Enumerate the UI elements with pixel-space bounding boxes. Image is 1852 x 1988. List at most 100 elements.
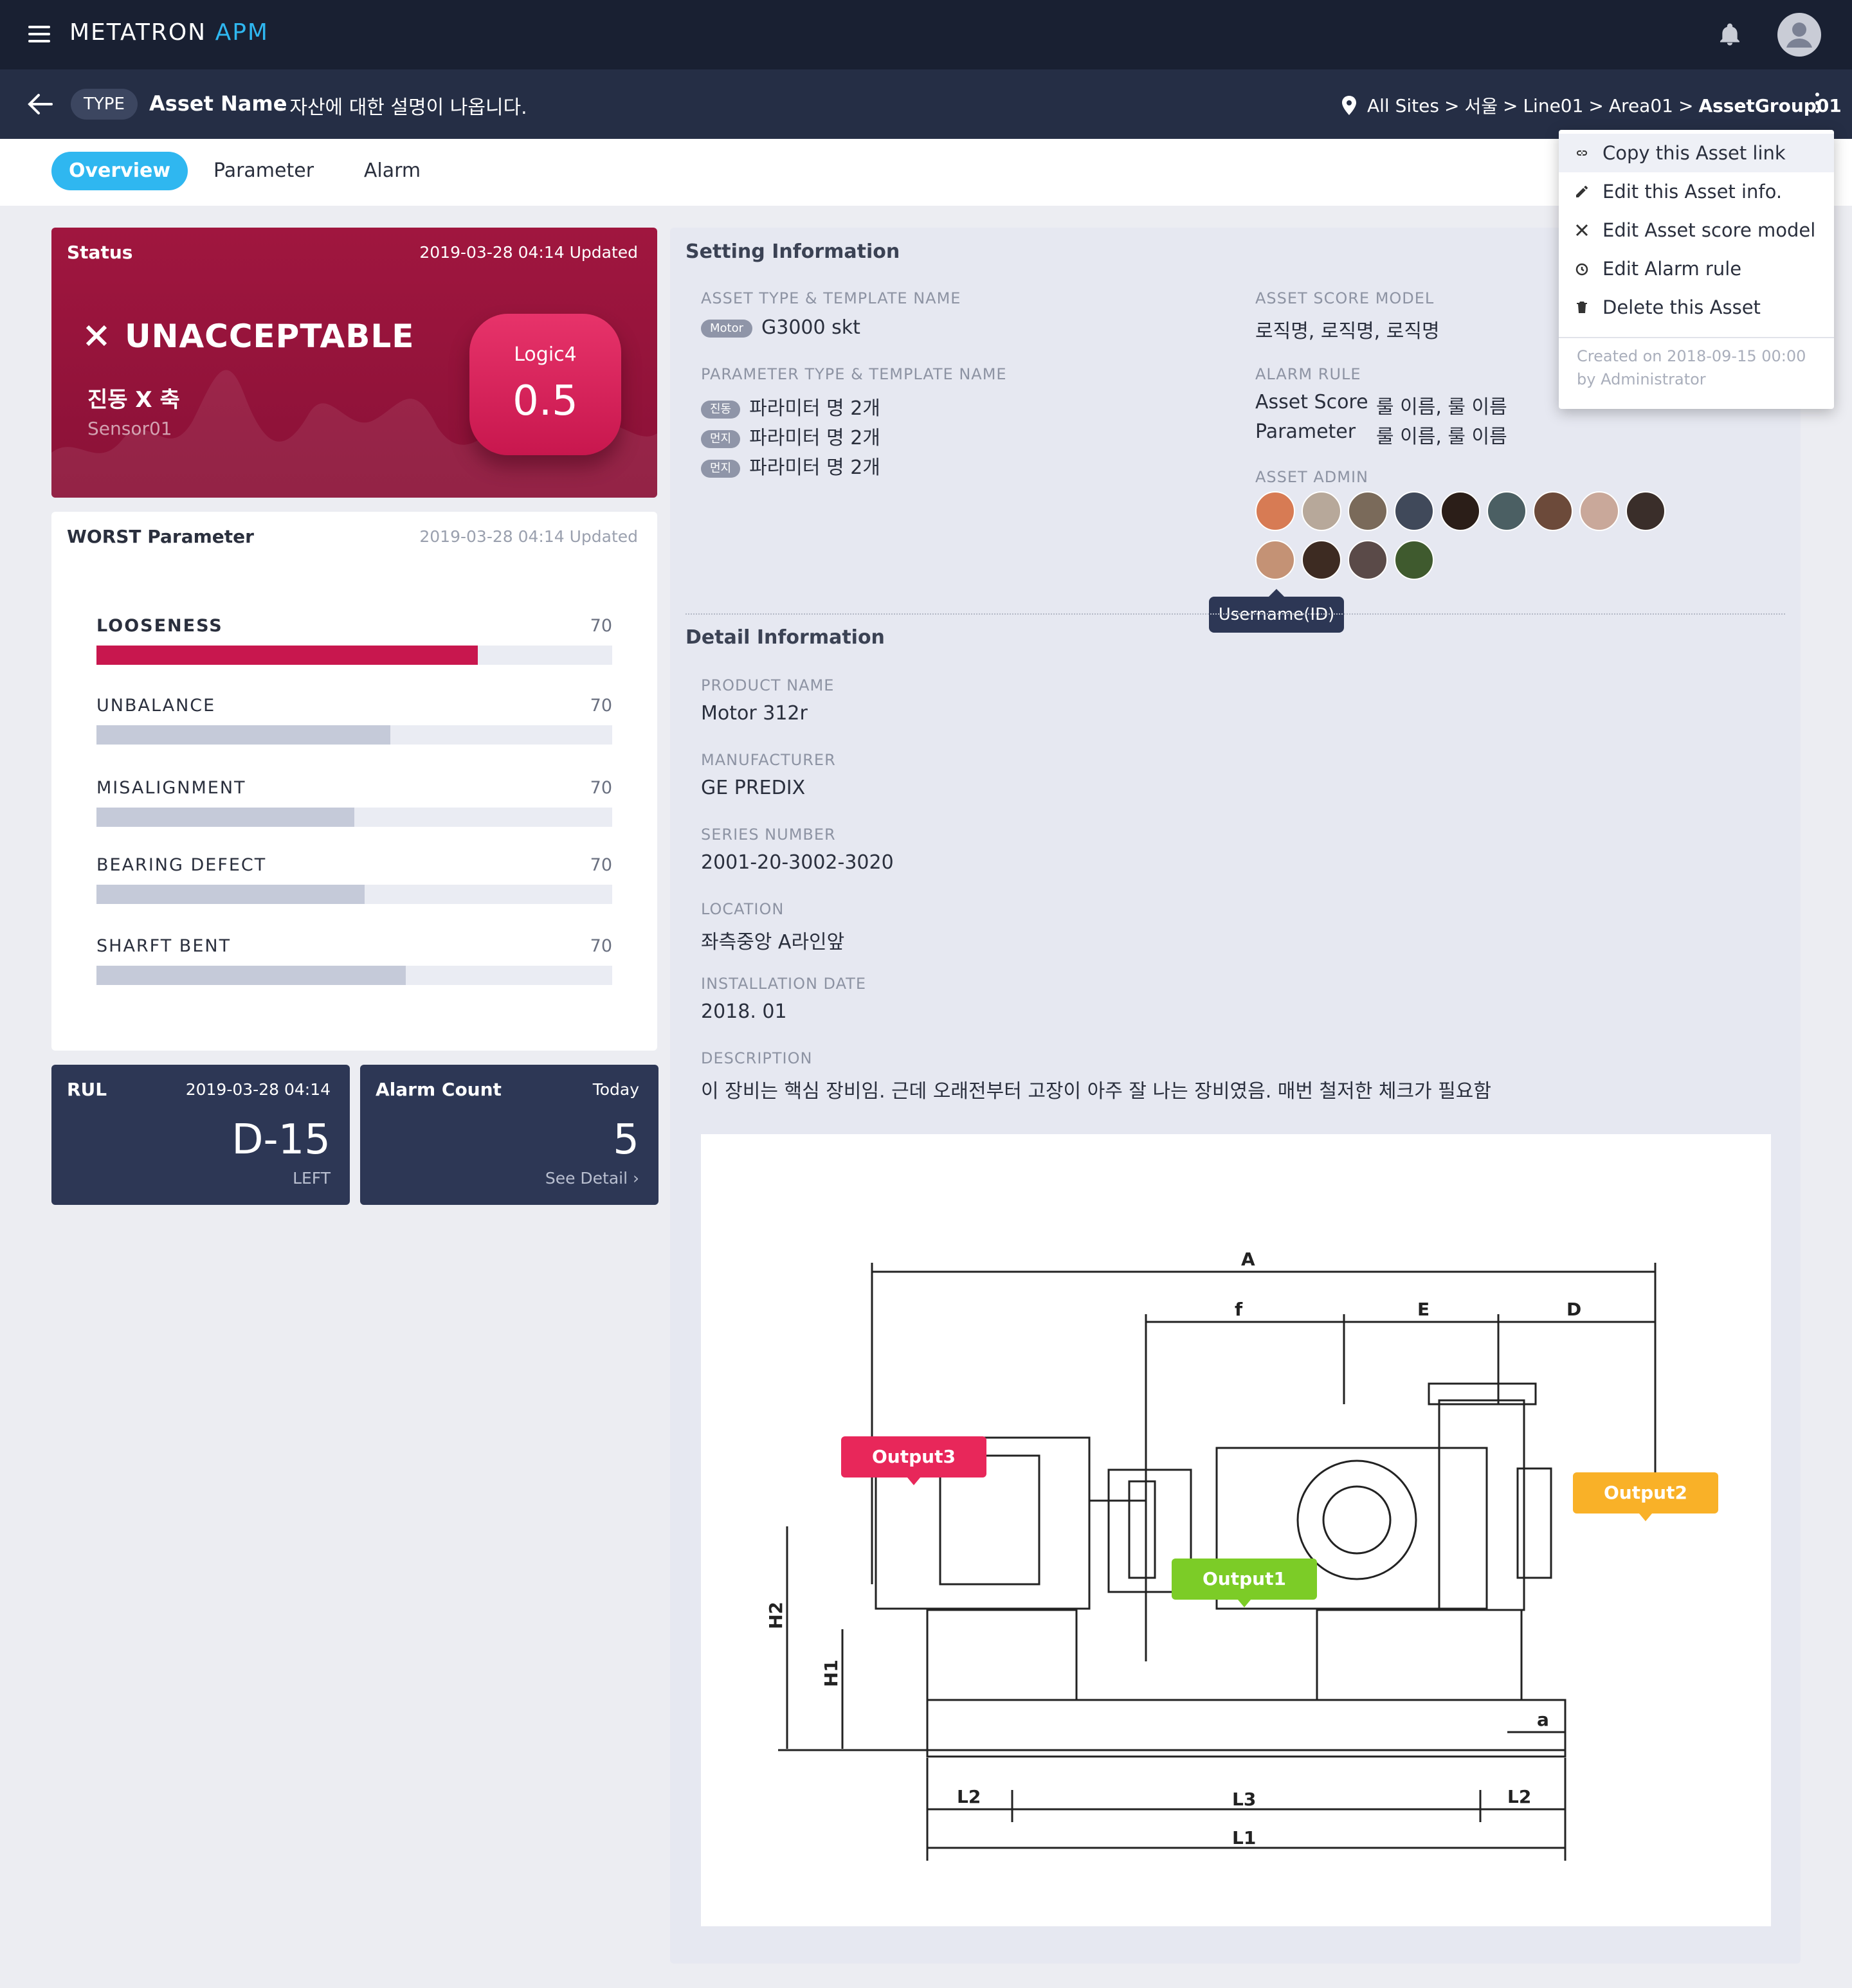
- asset-type-tag: Motor: [701, 319, 753, 338]
- breadcrumb-area[interactable]: Area01: [1609, 95, 1673, 116]
- link-icon: [1577, 150, 1587, 156]
- status-sensor: Sensor01: [87, 418, 172, 439]
- menu-delete-asset[interactable]: Delete this Asset: [1559, 288, 1834, 327]
- menu-created-info: Created on 2018-09-15 00:00 by Administr…: [1577, 347, 1806, 388]
- menu-label: Copy this Asset link: [1602, 142, 1786, 164]
- rul-value: D-15: [232, 1116, 331, 1164]
- status-state: UNACCEPTABLE: [125, 318, 415, 355]
- admin-tooltip: Username(ID): [1209, 589, 1344, 633]
- asset-type-value: G3000 skt: [761, 316, 860, 339]
- parameter-row[interactable]: LOOSENESS 70: [96, 616, 612, 665]
- section-divider: [685, 613, 1785, 615]
- admin-avatar[interactable]: [1394, 491, 1434, 531]
- worst-updated: 2019-03-28 04:14 Updated: [419, 527, 638, 546]
- admin-avatar[interactable]: [1348, 540, 1388, 580]
- tab-parameter[interactable]: Parameter: [206, 152, 322, 190]
- close-x-icon: [86, 325, 107, 347]
- dim-label: H1: [821, 1659, 842, 1687]
- dim-label: L2: [1507, 1786, 1531, 1807]
- dim-label: f: [1235, 1299, 1243, 1320]
- user-icon: [1786, 23, 1812, 48]
- menu-edit-alarm-rule[interactable]: Edit Alarm rule: [1559, 249, 1834, 288]
- worst-title: WORST Parameter: [67, 526, 254, 547]
- bell-icon[interactable]: [1717, 21, 1743, 49]
- menu-edit-info[interactable]: Edit this Asset info.: [1559, 172, 1834, 211]
- dim-label: L1: [1232, 1827, 1256, 1848]
- back-arrow-icon[interactable]: [26, 93, 54, 116]
- menu-label: Edit this Asset info.: [1602, 181, 1783, 203]
- user-avatar[interactable]: [1777, 13, 1821, 57]
- admin-avatar[interactable]: [1302, 491, 1341, 531]
- rul-title: RUL: [67, 1079, 107, 1100]
- breadcrumb-separator: >: [1502, 95, 1518, 116]
- admin-avatar[interactable]: [1348, 491, 1388, 531]
- admin-avatar[interactable]: [1487, 491, 1527, 531]
- parameter-bar-fill: [96, 808, 354, 827]
- description-value: 이 장비는 핵심 장비임. 근데 오래전부터 고장이 아주 잘 나는 장비였음.…: [701, 1080, 1491, 1103]
- parameter-value: 70: [590, 616, 612, 636]
- dim-label: L2: [957, 1786, 981, 1807]
- menu-copy-link[interactable]: Copy this Asset link: [1559, 134, 1834, 172]
- parameter-bar: [96, 646, 612, 665]
- dim-label: E: [1417, 1299, 1430, 1320]
- asset-type-label: ASSET TYPE & TEMPLATE NAME: [701, 289, 961, 307]
- param-type-row: 진동 파라미터 명 2개: [701, 392, 880, 420]
- equipment-diagram: A f E D H2 H1 a L2 L3 L2 L1 Output3 Outp…: [701, 1134, 1771, 1926]
- app-logo[interactable]: METATRON APM: [69, 19, 269, 46]
- admin-avatar[interactable]: [1533, 491, 1573, 531]
- installation-date-value: 2018. 01: [701, 1000, 787, 1023]
- asset-admin-list: [1255, 491, 1705, 589]
- alarm-count-period: Today: [592, 1080, 639, 1099]
- dim-label: L3: [1232, 1789, 1256, 1810]
- output3-marker[interactable]: Output3: [841, 1436, 986, 1485]
- output2-marker[interactable]: Output2: [1573, 1472, 1718, 1521]
- asset-admin-label: ASSET ADMIN: [1255, 468, 1368, 486]
- alarm-count-card: Alarm Count Today 5 See Detail ›: [360, 1065, 658, 1205]
- asset-options-menu: Copy this Asset link Edit this Asset inf…: [1559, 130, 1834, 409]
- breadcrumb-line[interactable]: Line01: [1523, 95, 1583, 116]
- output1-marker[interactable]: Output1: [1172, 1559, 1317, 1607]
- breadcrumb-all-sites[interactable]: All Sites: [1367, 95, 1439, 116]
- parameter-row[interactable]: UNBALANCE 70: [96, 696, 612, 745]
- status-card: Status 2019-03-28 04:14 Updated UNACCEPT…: [51, 228, 657, 498]
- param-type-row: 먼지 파라미터 명 2개: [701, 451, 880, 480]
- breadcrumb-separator: >: [1444, 95, 1460, 116]
- manufacturer-label: MANUFACTURER: [701, 751, 836, 769]
- menu-edit-score-model[interactable]: Edit Asset score model: [1559, 211, 1834, 249]
- parameter-value: 70: [590, 936, 612, 956]
- admin-avatar[interactable]: [1302, 540, 1341, 580]
- menu-icon[interactable]: [28, 26, 50, 42]
- parameter-row[interactable]: BEARING DEFECT 70: [96, 855, 612, 904]
- breadcrumb-separator: >: [1678, 95, 1694, 116]
- trash-icon: [1577, 302, 1587, 313]
- menu-label: Delete this Asset: [1602, 296, 1761, 318]
- tab-overview[interactable]: Overview: [51, 152, 188, 190]
- dim-label: H2: [765, 1602, 786, 1629]
- breadcrumb-seoul[interactable]: 서울: [1464, 93, 1498, 118]
- brand-main: METATRON: [69, 19, 207, 46]
- admin-avatar[interactable]: [1255, 540, 1295, 580]
- admin-avatar[interactable]: [1440, 491, 1480, 531]
- alarm-rule-value: 룰 이름, 룰 이름: [1376, 426, 1507, 448]
- parameter-row[interactable]: MISALIGNMENT 70: [96, 778, 612, 827]
- breadcrumb: All Sites > 서울 > Line01 > Area01 > Asset…: [1341, 93, 1842, 118]
- alarm-rule-name: Asset Score: [1255, 391, 1368, 413]
- see-detail-link[interactable]: See Detail ›: [545, 1169, 639, 1188]
- asset-type-row: Motor G3000 skt: [701, 316, 860, 339]
- rul-card: RUL 2019-03-28 04:14 D-15 LEFT: [51, 1065, 350, 1205]
- parameter-row[interactable]: SHARFT BENT 70: [96, 936, 612, 985]
- asset-name: Asset Name: [149, 91, 287, 116]
- parameter-label: UNBALANCE: [96, 696, 216, 716]
- admin-avatar[interactable]: [1394, 540, 1434, 580]
- tab-alarm[interactable]: Alarm: [347, 152, 437, 190]
- type-badge: TYPE: [71, 89, 138, 120]
- param-type-label: PARAMETER TYPE & TEMPLATE NAME: [701, 365, 1007, 383]
- admin-avatar[interactable]: [1255, 491, 1295, 531]
- param-type-value: 파라미터 명 2개: [749, 397, 880, 420]
- dim-label: D: [1566, 1299, 1581, 1320]
- more-options-icon[interactable]: [1811, 93, 1824, 118]
- parameter-bar: [96, 885, 612, 904]
- status-title: Status: [67, 242, 133, 263]
- admin-avatar[interactable]: [1626, 491, 1666, 531]
- admin-avatar[interactable]: [1579, 491, 1619, 531]
